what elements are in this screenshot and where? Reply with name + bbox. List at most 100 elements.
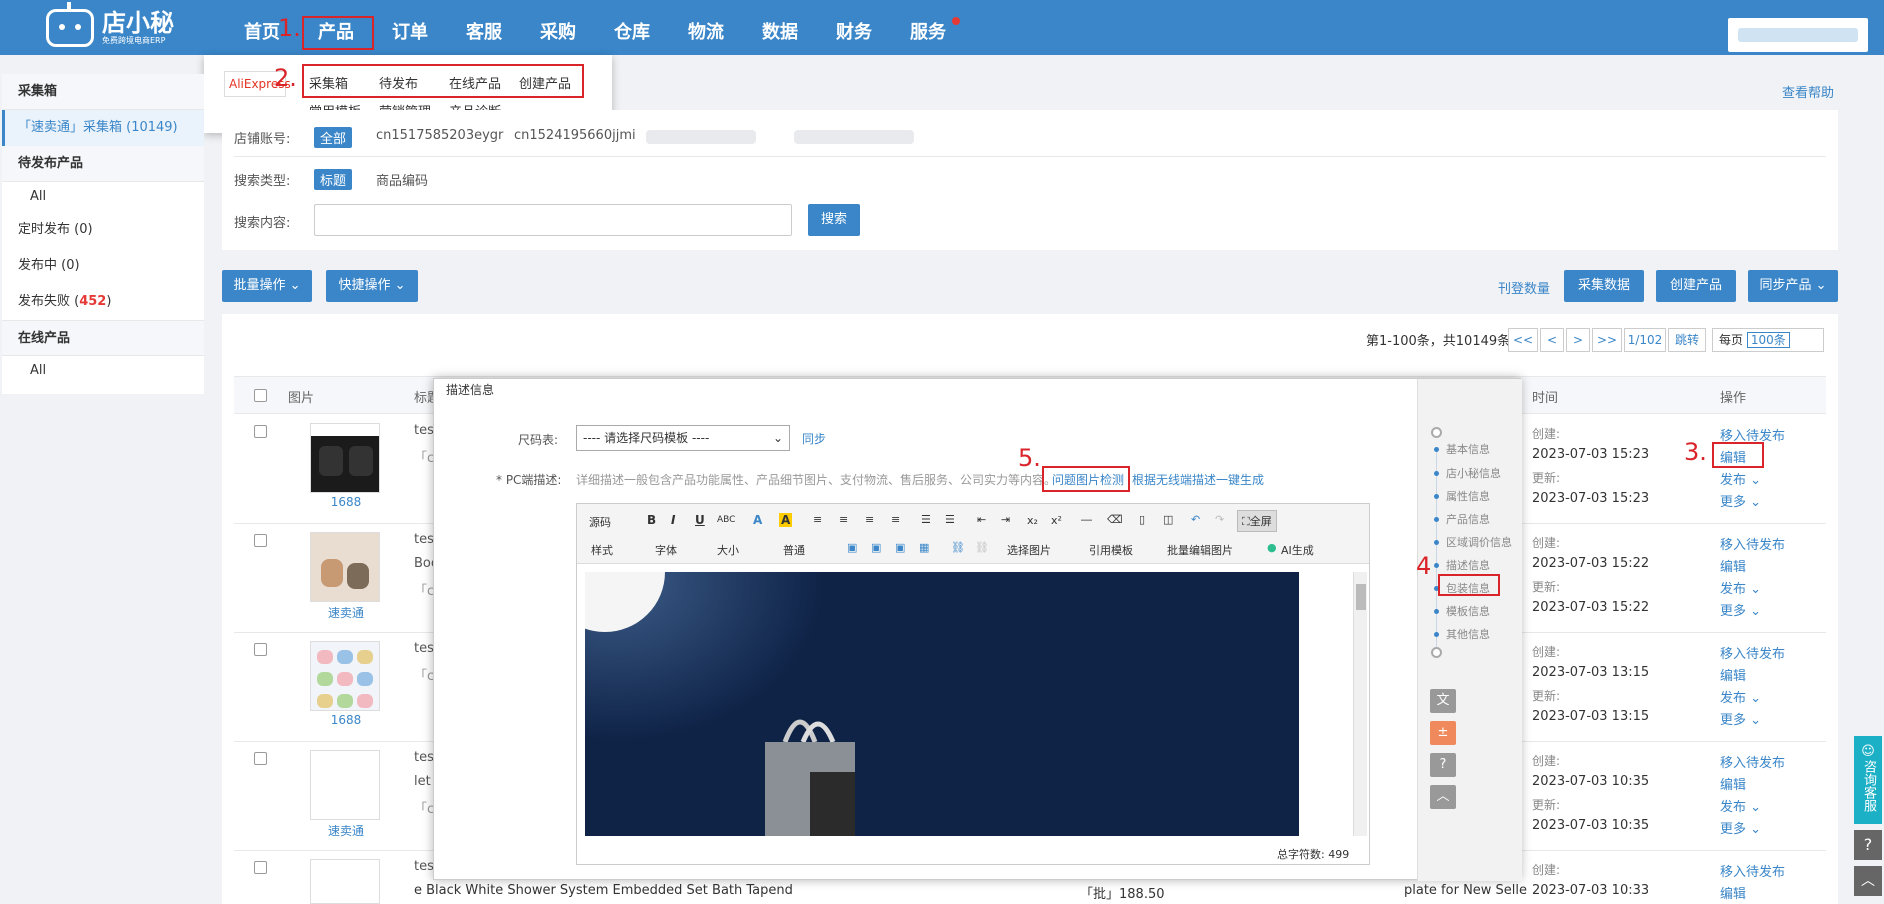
nav-template-info[interactable]: 模板信息 <box>1446 603 1490 619</box>
strikethrough-button[interactable]: ABC <box>717 515 735 525</box>
generate-from-mobile-link[interactable]: 根据无线端描述一键生成 <box>1132 471 1264 488</box>
new-doc-icon[interactable]: ▯ <box>1139 513 1145 526</box>
product-description-image[interactable] <box>585 572 1299 836</box>
sidebar-item-aliexpress-collect[interactable]: 「速卖通」采集箱 (10149) <box>2 110 204 146</box>
nav-services[interactable]: 服务 <box>910 18 946 44</box>
publish-link[interactable]: 发布 ⌄ <box>1720 578 1761 597</box>
pager-first[interactable]: << <box>1508 328 1538 352</box>
publish-link[interactable]: 发布 ⌄ <box>1720 469 1761 488</box>
nav-orders[interactable]: 订单 <box>392 18 428 44</box>
help-link[interactable]: 查看帮助 <box>1782 82 1834 101</box>
clear-format-icon[interactable]: ⌫ <box>1107 513 1123 526</box>
unlink-icon[interactable]: ⛓ <box>975 541 989 554</box>
product-thumbnail[interactable] <box>310 532 380 602</box>
translate-icon[interactable]: 文 <box>1430 689 1456 713</box>
sidebar-item-publishing[interactable]: 发布中 (0) <box>2 248 204 284</box>
row-checkbox[interactable] <box>254 534 267 547</box>
more-link[interactable]: 更多 ⌄ <box>1720 600 1761 619</box>
nav-finance[interactable]: 财务 <box>836 18 872 44</box>
nav-dxm-info[interactable]: 店小秘信息 <box>1446 465 1501 481</box>
publish-link[interactable]: 发布 ⌄ <box>1720 796 1761 815</box>
search-button[interactable]: 搜索 <box>808 204 860 236</box>
shop-tag-all[interactable]: 全部 <box>314 127 353 148</box>
nav-home[interactable]: 首页 <box>244 18 280 44</box>
row-checkbox[interactable] <box>254 861 267 874</box>
source-label[interactable]: 速卖通 <box>306 822 386 839</box>
product-thumbnail[interactable] <box>310 859 380 904</box>
user-account-box[interactable] <box>1728 18 1868 52</box>
paragraph-dropdown[interactable]: 普通 <box>783 542 805 558</box>
nav-service[interactable]: 客服 <box>466 18 502 44</box>
ai-generate-button[interactable]: AI生成 <box>1281 542 1314 558</box>
image-upload-icon[interactable]: ▣ <box>871 541 881 554</box>
search-type-title[interactable]: 标题 <box>314 169 353 190</box>
sidebar-item-online-all[interactable]: All <box>2 356 204 386</box>
more-link[interactable]: 更多 ⌄ <box>1720 818 1761 837</box>
edit-link[interactable]: 编辑 <box>1720 556 1746 575</box>
customer-service-button[interactable]: ☺ 咨询客服 <box>1854 736 1882 824</box>
align-right-icon[interactable]: ≡ <box>865 513 874 526</box>
product-thumbnail[interactable] <box>310 423 380 493</box>
sync-size-link[interactable]: 同步 <box>802 430 826 447</box>
publish-link[interactable]: 发布 ⌄ <box>1720 687 1761 706</box>
row-checkbox[interactable] <box>254 752 267 765</box>
source-code-button[interactable]: 源码 <box>589 514 611 530</box>
scroll-thumb[interactable] <box>1356 584 1366 610</box>
product-thumbnail[interactable] <box>310 750 380 820</box>
nav-description-info[interactable]: 描述信息 <box>1446 557 1490 573</box>
rich-text-editor[interactable]: 源码 B I U ABC A A ≡ ≡ ≡ ≡ ☰ ☰ ⇤ ⇥ x₂ x² ―… <box>576 503 1370 865</box>
calculator-icon[interactable]: ± <box>1430 721 1456 745</box>
align-left-icon[interactable]: ≡ <box>813 513 822 526</box>
nav-purchase[interactable]: 采购 <box>540 18 576 44</box>
image-icon[interactable]: ▣ <box>847 541 857 554</box>
editor-scrollbar[interactable] <box>1353 572 1367 836</box>
source-label[interactable]: 速卖通 <box>306 604 386 621</box>
redo-icon[interactable]: ↷ <box>1215 513 1224 526</box>
quick-operation-button[interactable]: 快捷操作 ⌄ <box>326 270 418 302</box>
edit-link[interactable]: 编辑 <box>1720 883 1746 902</box>
sync-product-button[interactable]: 同步产品 ⌄ <box>1748 270 1838 302</box>
source-label[interactable]: 1688 <box>306 495 386 509</box>
bullet-list-icon[interactable]: ☰ <box>921 513 931 526</box>
batch-edit-images-dropdown[interactable]: 批量编辑图片 <box>1167 542 1233 558</box>
pager-jump[interactable]: 跳转 <box>1668 328 1706 352</box>
publish-count-link[interactable]: 刊登数量 <box>1498 278 1550 297</box>
align-justify-icon[interactable]: ≡ <box>891 513 900 526</box>
nav-region-price-info[interactable]: 区域调价信息 <box>1446 534 1512 550</box>
image-link-icon[interactable]: ▣ <box>895 541 905 554</box>
blurred-shop-3[interactable] <box>646 130 756 144</box>
more-link[interactable]: 更多 ⌄ <box>1720 491 1761 510</box>
product-thumbnail[interactable] <box>310 641 380 711</box>
nav-other-info[interactable]: 其他信息 <box>1446 626 1490 642</box>
move-to-pending-link[interactable]: 移入待发布 <box>1720 861 1785 880</box>
table-icon[interactable]: ▦ <box>919 541 929 554</box>
fullscreen-button[interactable]: ⛶全屏 <box>1237 510 1277 532</box>
preview-icon[interactable]: ◫ <box>1163 513 1173 526</box>
sidebar-item-scheduled[interactable]: 定时发布 (0) <box>2 212 204 248</box>
back-to-top-button[interactable]: ︿ <box>1854 866 1882 896</box>
style-dropdown[interactable]: 样式 <box>591 542 613 558</box>
nav-basic-info[interactable]: 基本信息 <box>1446 441 1490 457</box>
cite-template-button[interactable]: 引用模板 <box>1089 542 1133 558</box>
move-to-pending-link[interactable]: 移入待发布 <box>1720 752 1785 771</box>
superscript-icon[interactable]: x² <box>1051 514 1062 527</box>
logo[interactable]: 店小秘 免费跨境电商ERP <box>46 2 174 50</box>
help-float-button[interactable]: ? <box>1854 830 1882 860</box>
shop-option-2[interactable]: cn1524195660jjmi <box>514 128 636 143</box>
highlight-color-button[interactable]: A <box>779 513 793 527</box>
outdent-icon[interactable]: ⇤ <box>977 513 986 526</box>
more-link[interactable]: 更多 ⌄ <box>1720 709 1761 728</box>
subscript-icon[interactable]: x₂ <box>1027 514 1038 527</box>
create-product-button[interactable]: 创建产品 <box>1656 270 1736 302</box>
blurred-shop-4[interactable] <box>794 130 914 144</box>
align-center-icon[interactable]: ≡ <box>839 513 848 526</box>
move-to-pending-link[interactable]: 移入待发布 <box>1720 534 1785 553</box>
search-input[interactable] <box>314 204 792 236</box>
collect-data-button[interactable]: 采集数据 <box>1564 270 1644 302</box>
edit-link[interactable]: 编辑 <box>1720 774 1746 793</box>
sidebar-item-failed[interactable]: 发布失败 (452) <box>2 284 204 320</box>
nav-data[interactable]: 数据 <box>762 18 798 44</box>
pager-last[interactable]: >> <box>1592 328 1622 352</box>
pager-next[interactable]: > <box>1566 328 1590 352</box>
source-label[interactable]: 1688 <box>306 713 386 727</box>
